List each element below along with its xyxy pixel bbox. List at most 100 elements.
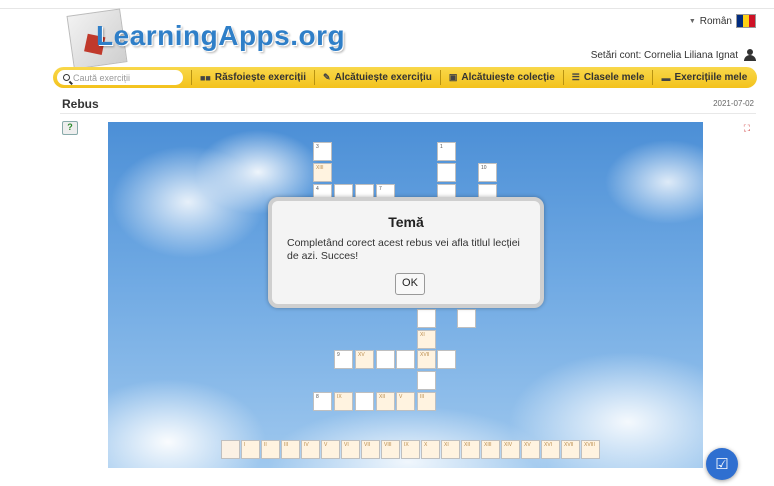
solution-cell[interactable]: IV [301,440,320,459]
crossword-cell[interactable]: IX [334,392,353,411]
solution-label: VI [344,442,349,448]
language-selector[interactable]: ▼ Român [689,14,756,28]
crossword-cell[interactable]: V [396,392,415,411]
cell-label: XIII [316,165,324,171]
solution-label: IX [404,442,409,448]
clue-number: 1 [440,144,443,150]
search-placeholder: Caută exerciții [73,72,131,83]
flag-stripe-red [749,15,755,27]
cell-label: V [399,394,403,400]
page-title: Rebus [62,97,99,111]
solution-label: XIII [484,442,492,448]
cell-label: IX [337,394,342,400]
solution-cell[interactable]: I [241,440,260,459]
crossword-cell[interactable]: 9 [334,350,353,369]
solution-label: XI [444,442,449,448]
crossword-cell[interactable]: XV [355,350,374,369]
nav-label: Răsfoiește exerciții [214,72,307,83]
nav-create-exercise[interactable]: ✎ Alcătuiește exercițiu [314,70,440,85]
solution-cell[interactable]: VII [361,440,380,459]
crossword-cell[interactable]: XVII [417,350,436,369]
ok-button[interactable]: OK [395,273,425,295]
solution-cell[interactable]: XVI [541,440,560,459]
nav-label: Clasele mele [583,72,645,83]
crossword-cell[interactable] [437,163,456,182]
collection-icon: ▣ [448,72,458,82]
crossword-cell[interactable]: III [417,392,436,411]
nav-my-exercises[interactable]: ▬ Exercițiile mele [652,70,755,85]
main-nav: Caută exerciții ■■ Răsfoiește exerciții … [53,67,757,88]
nav-create-collection[interactable]: ▣ Alcătuiește colecție [439,70,563,85]
solution-label: I [244,442,246,448]
dialog-text: Completând corect acest rebus vei afla t… [287,237,520,262]
solution-cell[interactable]: X [421,440,440,459]
help-icon[interactable]: ? [62,121,78,135]
crossword-cell[interactable] [396,350,415,369]
cell-label: XVII [420,352,430,358]
fullscreen-icon[interactable]: ⛶ [744,123,750,134]
solution-cell[interactable] [221,440,240,459]
nav-my-classes[interactable]: ☰ Clasele mele [562,70,653,85]
title-divider [60,113,756,114]
solution-label: X [424,442,428,448]
solution-cell[interactable]: II [261,440,280,459]
crossword-cell[interactable]: 10 [478,163,497,182]
solution-cell[interactable]: XI [441,440,460,459]
search-input[interactable]: Caută exerciții [57,70,183,85]
crossword-cell[interactable]: 1 [437,142,456,161]
solution-label: VIII [384,442,392,448]
cell-label: XII [379,394,386,400]
solution-cell[interactable]: VI [341,440,360,459]
solution-cell[interactable]: XII [461,440,480,459]
clue-number: 10 [481,165,487,171]
clue-number: 9 [337,352,340,358]
solution-cell[interactable]: VIII [381,440,400,459]
solution-cell[interactable]: XIV [501,440,520,459]
solution-label: XVII [564,442,574,448]
task-dialog: Temă Completând corect acest rebus vei a… [268,197,544,308]
crossword-cell[interactable]: XII [376,392,395,411]
crossword-cell[interactable] [376,350,395,369]
nav-label: Alcătuiește exercițiu [334,72,432,83]
pencil-icon: ✎ [323,72,331,82]
account-settings[interactable]: Setări cont: Cornelia Liliana Ignat [591,49,756,61]
crossword-cell[interactable] [417,309,436,328]
crossword-cell[interactable]: XI [417,330,436,349]
crossword-cell[interactable] [457,309,476,328]
page-date: 2021-07-02 [713,99,754,108]
nav-label: Alcătuiește colecție [461,72,555,83]
solution-label: II [264,442,267,448]
check-answer-button[interactable]: ☑ [706,448,738,480]
cell-label: III [420,394,425,400]
crossword-cell[interactable]: XIII [313,163,332,182]
nav-label: Exercițiile mele [674,72,748,83]
solution-label: VII [364,442,371,448]
solution-cell[interactable]: III [281,440,300,459]
language-label: Român [699,15,732,27]
nav-browse-exercises[interactable]: ■■ Răsfoiește exerciții [191,70,314,85]
solution-label: XV [524,442,531,448]
crossword-cell[interactable]: 3 [313,142,332,161]
solution-cell[interactable]: XIII [481,440,500,459]
solution-label: IV [304,442,309,448]
cell-label: XI [420,332,425,338]
crossword-cell[interactable]: 8 [313,392,332,411]
user-icon [744,49,756,61]
logo-text: LearningApps.org [96,20,346,51]
crossword-cell[interactable] [355,392,374,411]
crossword-cell[interactable] [417,371,436,390]
grid-icon: ■■ [200,72,211,83]
solution-cell[interactable]: XVII [561,440,580,459]
solution-cell[interactable]: IX [401,440,420,459]
flag-icon [736,14,756,28]
solution-cell[interactable]: V [321,440,340,459]
search-icon [63,74,70,81]
account-label: Setări cont: Cornelia Liliana Ignat [590,49,738,61]
clue-number: 7 [379,186,382,192]
list-icon: ☰ [571,72,580,82]
solution-cell[interactable]: XV [521,440,540,459]
crossword-cell[interactable] [437,350,456,369]
logo[interactable]: LearningApps.org [64,8,345,70]
check-icon: ☑ [715,456,729,473]
solution-cell[interactable]: XVIII [581,440,600,459]
